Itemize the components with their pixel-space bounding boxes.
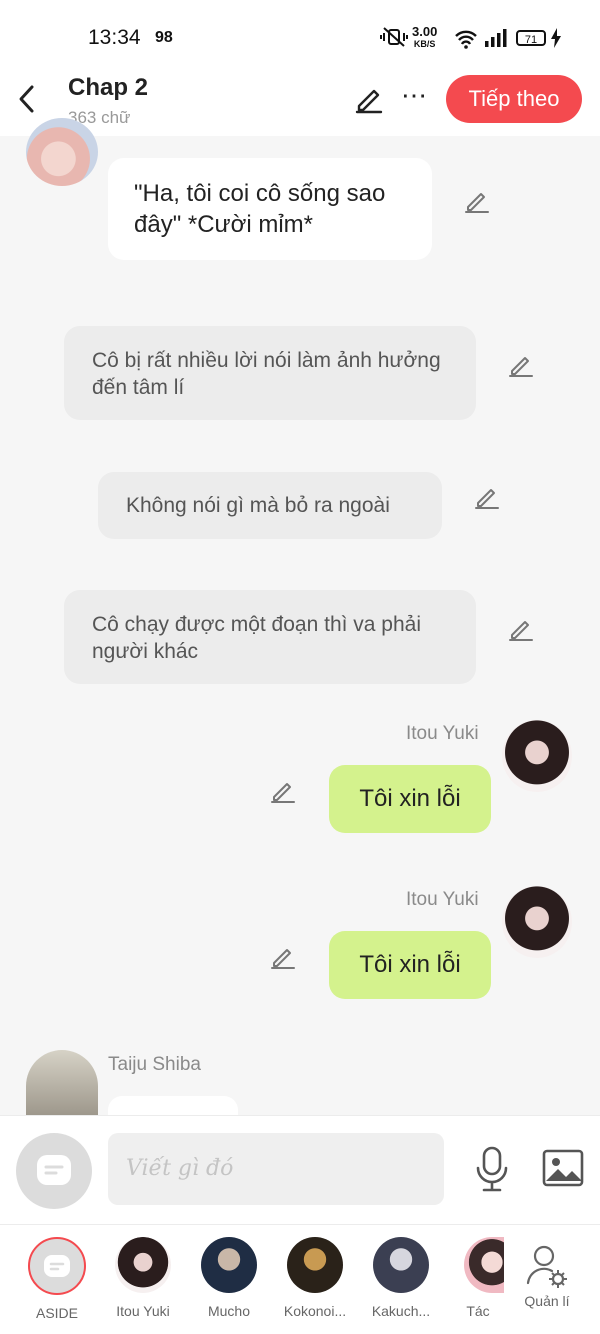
nav-item-tac[interactable]: Tác bbox=[452, 1237, 504, 1319]
narration-bubble[interactable]: Không nói gì mà bỏ ra ngoài bbox=[98, 472, 442, 539]
message-bubble[interactable]: Tôi xin lỗi bbox=[329, 765, 491, 833]
nav-label: Kakuch... bbox=[371, 1303, 431, 1319]
edit-icon[interactable] bbox=[474, 484, 500, 510]
nav-item-kakucho[interactable]: Kakuch... bbox=[366, 1237, 436, 1319]
nav-label: ASIDE bbox=[35, 1305, 78, 1321]
message-composer: Viết gì đó bbox=[0, 1115, 600, 1224]
edit-icon[interactable] bbox=[270, 944, 296, 970]
status-time: 13:34 bbox=[88, 26, 141, 49]
edit-icon[interactable] bbox=[270, 778, 296, 804]
nav-label: Kokonoi... bbox=[283, 1303, 347, 1319]
message-text: Tôi xin lỗi bbox=[359, 951, 461, 978]
wifi-icon bbox=[455, 30, 477, 49]
app-header: Chap 2 363 chữ ⋯ Tiếp theo bbox=[0, 70, 600, 136]
nav-label: Itou Yuki bbox=[116, 1303, 170, 1319]
sender-name: Itou Yuki bbox=[406, 889, 479, 910]
status-bar: 13:34 98 3.00 KB/S 71 bbox=[0, 0, 600, 70]
narration-bubble[interactable]: Cô bị rất nhiều lời nói làm ảnh hưởng đế… bbox=[64, 326, 476, 420]
signal-icon bbox=[485, 29, 507, 47]
more-icon[interactable]: ⋯ bbox=[401, 80, 428, 111]
message-bubble[interactable] bbox=[108, 1096, 238, 1115]
nav-label: Mucho bbox=[207, 1303, 251, 1319]
avatar bbox=[373, 1237, 429, 1293]
aside-toggle-button[interactable] bbox=[16, 1133, 92, 1209]
next-chapter-button[interactable]: Tiếp theo bbox=[446, 75, 582, 123]
nav-label: Quản lí bbox=[524, 1293, 570, 1309]
message-bubble[interactable]: Tôi xin lỗi bbox=[329, 931, 491, 999]
mute-vibrate-icon bbox=[380, 27, 408, 47]
nav-item-aside[interactable]: ASIDE bbox=[22, 1237, 92, 1321]
avatar[interactable] bbox=[502, 720, 572, 792]
sender-name: Taiju Shiba bbox=[108, 1054, 201, 1075]
nav-item-manage[interactable]: Quản lí bbox=[512, 1237, 582, 1309]
nav-item-itou-yuki[interactable]: Itou Yuki bbox=[108, 1237, 178, 1319]
message-bubble[interactable]: "Ha, tôi coi cô sống sao đây" *Cười mỉm* bbox=[108, 158, 432, 260]
narration-text: Cô bị rất nhiều lời nói làm ảnh hưởng đế… bbox=[92, 349, 441, 399]
charging-icon bbox=[551, 28, 561, 48]
battery-level: 71 bbox=[516, 30, 546, 46]
notification-count: 98 bbox=[155, 29, 173, 46]
avatar[interactable] bbox=[26, 118, 98, 186]
message-input[interactable]: Viết gì đó bbox=[108, 1133, 444, 1205]
avatar bbox=[464, 1237, 504, 1293]
avatar[interactable] bbox=[502, 886, 572, 958]
edit-icon[interactable] bbox=[508, 616, 534, 642]
avatar[interactable] bbox=[26, 1050, 98, 1116]
message-text: Tôi xin lỗi bbox=[359, 785, 461, 812]
mic-icon[interactable] bbox=[474, 1146, 510, 1192]
edit-icon[interactable] bbox=[508, 352, 534, 378]
image-icon[interactable] bbox=[542, 1149, 584, 1187]
manage-user-icon bbox=[526, 1245, 567, 1288]
avatar bbox=[287, 1237, 343, 1293]
avatar bbox=[115, 1237, 171, 1293]
message-text: "Ha, tôi coi cô sống sao đây" *Cười mỉm* bbox=[134, 180, 386, 238]
edit-icon[interactable] bbox=[354, 84, 384, 114]
network-speed: 3.00 KB/S bbox=[412, 24, 438, 49]
edit-icon[interactable] bbox=[464, 188, 490, 214]
chapter-title: Chap 2 bbox=[68, 74, 149, 101]
narration-text: Cô chạy được một đoạn thì va phải người … bbox=[92, 613, 422, 663]
nav-label: Tác bbox=[466, 1303, 490, 1319]
character-nav: ASIDE Itou Yuki Mucho Kokonoi... Kakuch.… bbox=[0, 1224, 600, 1334]
aside-icon bbox=[37, 1155, 71, 1185]
narration-bubble[interactable]: Cô chạy được một đoạn thì va phải người … bbox=[64, 590, 476, 684]
nav-item-mucho[interactable]: Mucho bbox=[194, 1237, 264, 1319]
avatar bbox=[201, 1237, 257, 1293]
back-icon[interactable] bbox=[14, 84, 40, 114]
aside-icon bbox=[28, 1237, 86, 1295]
sender-name: Itou Yuki bbox=[406, 723, 479, 744]
narration-text: Không nói gì mà bỏ ra ngoài bbox=[126, 494, 390, 517]
nav-item-kokonoi[interactable]: Kokonoi... bbox=[280, 1237, 350, 1319]
